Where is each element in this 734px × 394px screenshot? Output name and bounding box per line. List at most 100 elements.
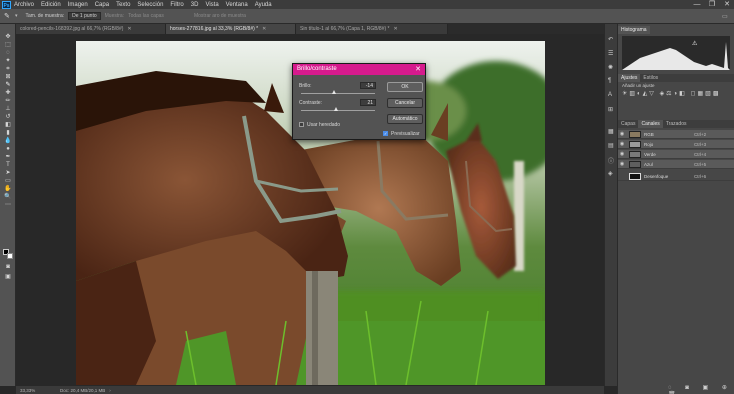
warning-icon[interactable]: ⚠ xyxy=(692,40,697,47)
show-sample-ring-checkbox[interactable]: Mostrar aro de muestra xyxy=(194,13,246,19)
brightness-slider-track[interactable] xyxy=(301,93,375,94)
character-icon[interactable]: A xyxy=(608,92,612,98)
contrast-slider-track[interactable] xyxy=(301,110,375,111)
quick-mask-icon[interactable]: ◙ xyxy=(4,264,12,270)
channel-row-azul[interactable]: ◉ Azul Ctrl+5 xyxy=(618,160,734,169)
channel-thumbnail xyxy=(629,160,641,168)
chevron-down-icon[interactable]: ▾ xyxy=(15,13,18,19)
frame-tool-icon[interactable]: ⊠ xyxy=(4,74,12,80)
restore-button[interactable]: ❐ xyxy=(705,0,719,9)
menu-texto[interactable]: Texto xyxy=(116,2,130,8)
menu-capa[interactable]: Capa xyxy=(95,2,109,8)
menu-archivo[interactable]: Archivo xyxy=(14,2,34,8)
hand-tool-icon[interactable]: ✋ xyxy=(4,186,12,192)
brush-settings-icon[interactable]: ✺ xyxy=(608,64,613,71)
eye-icon[interactable]: ◉ xyxy=(618,151,626,157)
more-tools-icon[interactable]: ⋯ xyxy=(4,202,12,208)
layer-comps-icon[interactable]: ▤ xyxy=(608,142,614,149)
navigator-icon[interactable]: ◈ xyxy=(608,170,613,177)
swatches-icon[interactable]: ▦ xyxy=(608,128,614,135)
brightness-slider-handle[interactable] xyxy=(332,90,337,94)
brush-tool-icon[interactable]: ✏ xyxy=(4,98,12,104)
tab-capas[interactable]: Capas xyxy=(618,120,638,128)
blur-tool-icon[interactable]: 💧 xyxy=(4,138,12,144)
eyedropper-icon[interactable]: ✎ xyxy=(4,12,12,20)
minimize-button[interactable]: — xyxy=(690,0,704,9)
history-brush-icon[interactable]: ↺ xyxy=(4,114,12,120)
ok-button[interactable]: OK xyxy=(387,82,423,92)
menu-edicion[interactable]: Edición xyxy=(41,2,61,8)
menu-filtro[interactable]: Filtro xyxy=(170,2,183,8)
path-select-icon[interactable]: ➤ xyxy=(4,170,12,176)
contrast-slider-handle[interactable] xyxy=(333,107,338,111)
move-tool-icon[interactable]: ✥ xyxy=(4,34,12,40)
tab-canales[interactable]: Canales xyxy=(638,120,663,128)
info-icon[interactable]: ⓘ xyxy=(608,156,614,165)
tab-histogram[interactable]: Histograma xyxy=(618,26,650,34)
clone-stamp-icon[interactable]: ⊥ xyxy=(4,106,12,112)
brightness-input[interactable]: -14 xyxy=(360,82,376,89)
eye-icon[interactable]: ◉ xyxy=(618,131,626,137)
menu-imagen[interactable]: Imagen xyxy=(68,2,88,8)
channel-row-desenfoque[interactable]: Desenfoque Ctrl+6 xyxy=(618,172,734,181)
auto-button[interactable]: Automático xyxy=(387,114,423,124)
eraser-tool-icon[interactable]: ◧ xyxy=(4,122,12,128)
tab-colored-pencils[interactable]: colored-pencils-168392.jpg al 66,7% (RGB… xyxy=(16,24,166,34)
history-icon[interactable]: ↶ xyxy=(608,36,613,43)
contrast-input[interactable]: 21 xyxy=(360,99,376,106)
dialog-titlebar[interactable]: Brillo/contraste ✕ xyxy=(293,64,425,75)
zoom-tool-icon[interactable]: 🔍 xyxy=(4,194,12,200)
tab-horses[interactable]: horses-277816.jpg al 33,3% (RGB/8#) * ✕ xyxy=(166,24,296,34)
preview-checkbox[interactable]: ✓ xyxy=(383,131,388,136)
marquee-tool-icon[interactable]: ⬚ xyxy=(4,42,12,48)
tab-untitled[interactable]: Sin título-1 al 66,7% (Capa 1, RGB/8#) *… xyxy=(296,24,448,34)
lasso-tool-icon[interactable]: ◌ xyxy=(4,50,12,56)
background-color-swatch[interactable] xyxy=(7,253,13,259)
document-size[interactable]: Doc: 20,4 MB/20,1 MB xyxy=(60,388,105,393)
tool-presets-icon[interactable]: ⊞ xyxy=(608,106,613,113)
healing-brush-icon[interactable]: ✚ xyxy=(4,90,12,96)
eye-icon[interactable]: ◉ xyxy=(618,141,626,147)
histogram-graph xyxy=(622,36,730,70)
sample-select[interactable]: Todas las capas xyxy=(128,13,164,19)
channel-row-verde[interactable]: ◉ Verde Ctrl+4 xyxy=(618,150,734,159)
channel-actions[interactable]: ◌ ◙ ▣ ⊕ 🗑 xyxy=(668,384,734,394)
close-window-button[interactable]: ✕ xyxy=(720,0,734,9)
chevron-right-icon[interactable]: › xyxy=(109,388,111,393)
close-tab-icon[interactable]: ✕ xyxy=(127,26,131,32)
tab-estilos[interactable]: Estilos xyxy=(640,74,661,82)
dialog-title: Brillo/contraste xyxy=(297,66,337,72)
screen-mode-icon[interactable]: ▣ xyxy=(4,274,12,280)
menu-3d[interactable]: 3D xyxy=(191,2,199,8)
workspace-icon[interactable]: ▭ xyxy=(722,13,728,20)
legacy-checkbox[interactable] xyxy=(299,122,304,127)
channel-row-rgb[interactable]: ◉ RGB Ctrl+2 xyxy=(618,130,734,139)
close-tab-icon[interactable]: ✕ xyxy=(262,26,266,32)
properties-icon[interactable]: ☰ xyxy=(608,50,613,57)
eye-icon[interactable]: ◉ xyxy=(618,161,626,167)
paragraph-icon[interactable]: ¶ xyxy=(608,78,611,84)
menu-seleccion[interactable]: Selección xyxy=(137,2,163,8)
eyedropper-tool-icon[interactable]: ✎ xyxy=(4,82,12,88)
adjustment-icons[interactable]: ☀▥◐◭▽ ◈⚖◑◧ ◻▦▧▩ xyxy=(622,90,730,108)
quick-select-tool-icon[interactable]: ✦ xyxy=(4,58,12,64)
close-dialog-icon[interactable]: ✕ xyxy=(415,64,421,75)
tab-ajustes[interactable]: Ajustes xyxy=(618,74,641,82)
crop-tool-icon[interactable]: ⌗ xyxy=(4,66,12,72)
sample-size-select[interactable]: De 1 punto xyxy=(68,12,101,20)
dodge-tool-icon[interactable]: ● xyxy=(4,146,12,152)
cancel-button[interactable]: Cancelar xyxy=(387,98,423,108)
rectangle-tool-icon[interactable]: ▭ xyxy=(4,178,12,184)
channel-row-rojo[interactable]: ◉ Rojo Ctrl+3 xyxy=(618,140,734,149)
menu-ventana[interactable]: Ventana xyxy=(226,2,248,8)
legacy-label: Usar heredado xyxy=(307,122,341,128)
gradient-tool-icon[interactable]: ▮ xyxy=(4,130,12,136)
tab-trazados[interactable]: Trazados xyxy=(663,120,690,128)
histogram-panel-header: Histograma xyxy=(618,26,734,34)
menu-vista[interactable]: Vista xyxy=(205,2,218,8)
close-tab-icon[interactable]: ✕ xyxy=(394,26,398,32)
menu-ayuda[interactable]: Ayuda xyxy=(255,2,272,8)
zoom-level[interactable]: 33,33% xyxy=(20,388,60,393)
pen-tool-icon[interactable]: ✒ xyxy=(4,154,12,160)
type-tool-icon[interactable]: T xyxy=(4,162,12,168)
